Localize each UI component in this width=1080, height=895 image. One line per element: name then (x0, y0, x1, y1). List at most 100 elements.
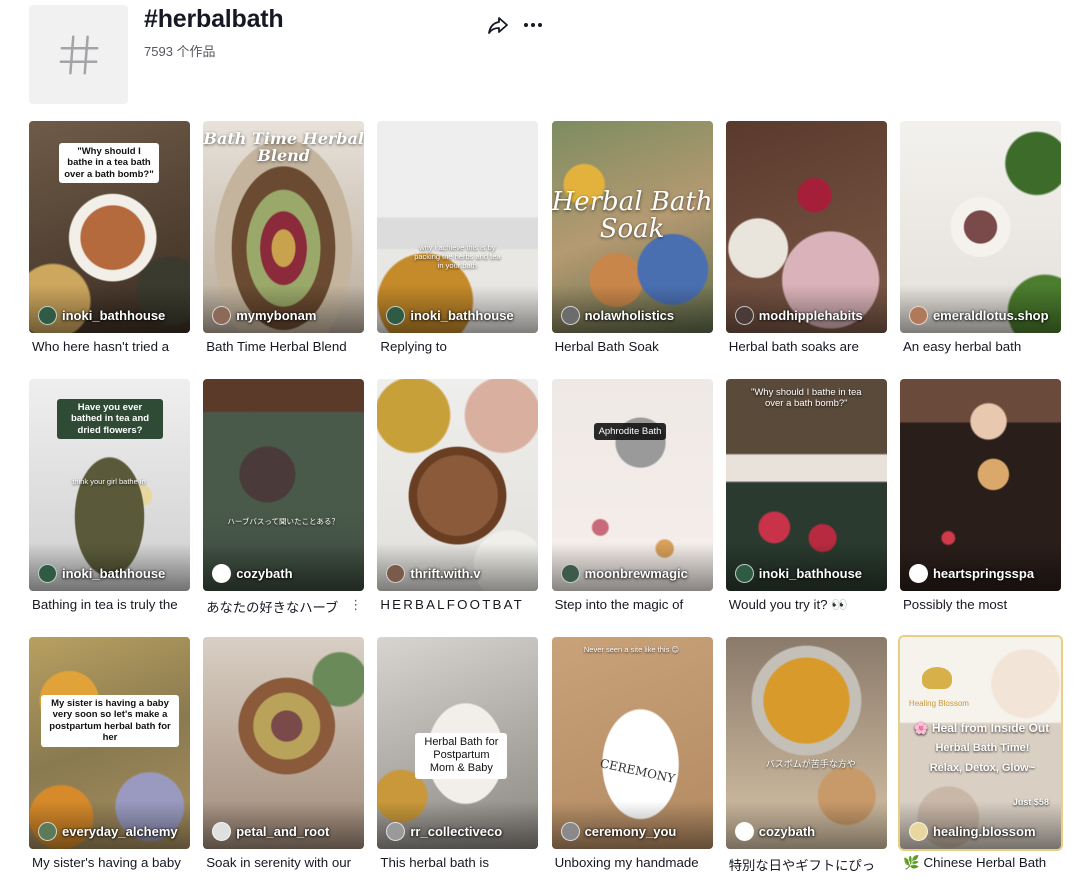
video-overlay-text: "Why should I bathe in tea over a bath b… (750, 387, 862, 410)
author-name: everyday_alchemy (62, 823, 178, 839)
video-description[interactable]: Soak in serenity with our (206, 855, 356, 870)
video-author: modhipplehabits (734, 305, 863, 325)
video-card[interactable]: Healing Blossom 🌸 Heal from Inside Out H… (899, 637, 1061, 895)
video-thumbnail[interactable]: emeraldlotus.shop (899, 121, 1061, 333)
video-thumbnail[interactable]: Herbal Bath Soak nolawholistics (551, 121, 713, 333)
video-overlay-text: Herbal Bath Time! (935, 742, 1030, 754)
video-thumbnail[interactable]: why i achieve this is by packing the her… (377, 121, 539, 333)
video-thumbnail[interactable]: ハーブバスって聞いたことある？ cozybath (203, 379, 365, 591)
video-card[interactable]: ハーブバスって聞いたことある？ cozybath あなたの好きなハーブ ⋮ (203, 379, 365, 637)
video-thumbnail[interactable]: "Why should I bathe in a tea bath over a… (29, 121, 190, 333)
avatar (734, 821, 754, 841)
video-card[interactable]: why i achieve this is by packing the her… (377, 121, 539, 379)
video-card[interactable]: Bath Time Herbal Blend mymybonam Bath Ti… (203, 121, 365, 379)
video-thumbnail[interactable]: Aphrodite Bath moonbrewmagic (551, 379, 713, 591)
video-description[interactable]: 🌿 Chinese Herbal Bath (903, 855, 1053, 871)
avatar (38, 821, 57, 841)
video-card[interactable]: Herbal Bath for Postpartum Mom & Baby rr… (377, 637, 539, 895)
more-icon[interactable]: ⋮ (349, 597, 362, 613)
video-thumbnail[interactable]: modhipplehabits (725, 121, 887, 333)
video-overlay-text: Never seen a site like this 😊 (583, 645, 680, 654)
share-arrow-icon (488, 17, 508, 34)
video-description[interactable]: Would you try it? 👀 (729, 597, 879, 613)
video-description[interactable]: Herbal Bath Soak (555, 339, 705, 354)
video-thumbnail[interactable]: heartspringsspa (899, 379, 1061, 591)
video-author: everyday_alchemy (38, 821, 178, 841)
video-description[interactable]: Step into the magic of (555, 597, 705, 612)
video-overlay-text: Aphrodite Bath (593, 423, 667, 441)
video-description[interactable]: An easy herbal bath (903, 339, 1053, 354)
video-card[interactable]: My sister is having a baby very soon so … (29, 637, 190, 895)
author-name: moonbrewmagic (584, 565, 688, 581)
video-author: inoki_bathhouse (38, 305, 165, 325)
video-thumbnail[interactable]: Bath Time Herbal Blend mymybonam (203, 121, 365, 333)
avatar (212, 821, 232, 841)
video-card[interactable]: バスボムが苦手な方や cozybath 特別な日やギフトにぴっ (725, 637, 887, 895)
video-description[interactable]: あなたの好きなハーブ (206, 597, 356, 616)
video-author: emeraldlotus.shop (908, 305, 1049, 325)
hashtag-icon (59, 35, 98, 74)
video-description[interactable]: Replying to (380, 339, 530, 354)
video-description[interactable]: Who here hasn't tried a (32, 339, 182, 354)
video-overlay-text: My sister is having a baby very soon so … (41, 695, 179, 747)
video-card[interactable]: Never seen a site like this 😊 CEREMONY c… (551, 637, 713, 895)
video-author: inoki_bathhouse (734, 563, 862, 583)
avatar (386, 305, 406, 325)
video-thumbnail[interactable]: "Why should I bathe in tea over a bath b… (725, 379, 887, 591)
video-description[interactable]: 特別な日やギフトにぴっ (729, 855, 879, 874)
video-card[interactable]: heartspringsspa Possibly the most (899, 379, 1061, 637)
video-card[interactable]: thrift.with.v HERBALFOOTBAT (377, 379, 539, 637)
video-card[interactable]: emeraldlotus.shop An easy herbal bath (899, 121, 1061, 379)
avatar (734, 305, 754, 325)
video-card[interactable]: modhipplehabits Herbal bath soaks are (725, 121, 887, 379)
avatar (38, 305, 57, 325)
video-thumbnail[interactable]: Herbal Bath for Postpartum Mom & Baby rr… (377, 637, 539, 849)
video-description[interactable]: Bath Time Herbal Blend (206, 339, 356, 354)
video-thumbnail[interactable]: thrift.with.v (377, 379, 539, 591)
more-options-button[interactable] (521, 13, 545, 37)
video-thumbnail[interactable]: Never seen a site like this 😊 CEREMONY c… (551, 637, 713, 849)
video-description[interactable]: Bathing in tea is truly the (32, 597, 182, 612)
video-author: ceremony_you (560, 821, 676, 841)
avatar (908, 563, 928, 583)
video-overlay-text: why i achieve this is by packing the her… (414, 243, 501, 270)
video-thumbnail[interactable]: My sister is having a baby very soon so … (29, 637, 190, 849)
author-name: petal_and_root (236, 823, 330, 839)
video-overlay-text: 🌸 Heal from Inside Out (913, 721, 1050, 735)
video-author: rr_collectiveco (386, 821, 502, 841)
video-card[interactable]: "Why should I bathe in tea over a bath b… (725, 379, 887, 637)
video-card[interactable]: petal_and_root Soak in serenity with our (203, 637, 365, 895)
video-description[interactable]: HERBALFOOTBAT (380, 597, 530, 612)
video-overlay-text: think your girl bathe in (72, 477, 146, 486)
video-card[interactable]: Have you ever bathed in tea and dried fl… (29, 379, 190, 637)
video-author: cozybath (212, 563, 293, 583)
video-description[interactable]: Herbal bath soaks are (729, 339, 879, 354)
video-description[interactable]: This herbal bath is (380, 855, 530, 870)
hashtag-header: #herbalbath 7593 个作品 (29, 5, 1079, 105)
avatar (212, 305, 232, 325)
video-overlay-text: Relax, Detox, Glow~ (929, 762, 1036, 774)
leaf-icon: 🌿 (902, 855, 920, 870)
video-thumbnail[interactable]: petal_and_root (203, 637, 365, 849)
video-description[interactable]: My sister's having a baby (32, 855, 182, 870)
avatar (908, 305, 928, 325)
video-overlay-text: Herbal Bath Soak (551, 187, 713, 245)
avatar (908, 821, 928, 841)
author-name: mymybonam (236, 307, 317, 323)
share-button[interactable] (486, 13, 510, 37)
video-description[interactable]: Possibly the most (903, 597, 1053, 612)
video-card[interactable]: "Why should I bathe in a tea bath over a… (29, 121, 190, 379)
video-card[interactable]: Aphrodite Bath moonbrewmagic Step into t… (551, 379, 713, 637)
author-name: inoki_bathhouse (62, 307, 166, 323)
video-card[interactable]: Herbal Bath Soak nolawholistics Herbal B… (551, 121, 713, 379)
hashtag-thumbnail (29, 5, 128, 104)
avatar (560, 563, 580, 583)
video-overlay-text: Bath Time Herbal Blend (203, 129, 364, 165)
video-thumbnail[interactable]: バスボムが苦手な方や cozybath (725, 637, 887, 849)
video-thumbnail[interactable]: Healing Blossom 🌸 Heal from Inside Out H… (899, 637, 1061, 849)
video-author: mymybonam (212, 305, 316, 325)
video-description[interactable]: Unboxing my handmade (555, 855, 705, 870)
video-grid: "Why should I bathe in a tea bath over a… (29, 121, 1061, 895)
video-thumbnail[interactable]: Have you ever bathed in tea and dried fl… (29, 379, 190, 591)
video-author: inoki_bathhouse (38, 563, 165, 583)
